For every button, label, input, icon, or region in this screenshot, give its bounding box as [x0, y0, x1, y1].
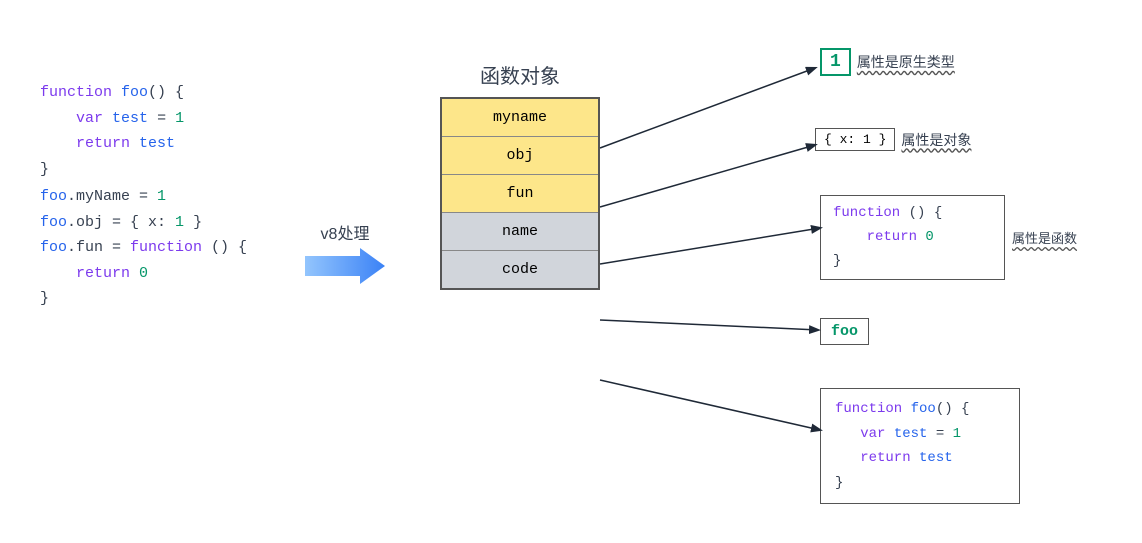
v8-label: v8处理 — [321, 220, 370, 244]
code-line-7: foo.fun = function () { — [40, 235, 247, 261]
func-row-myname: myname — [442, 99, 598, 137]
box-foo: foo — [820, 318, 869, 345]
code-line-1: function foo() { — [40, 80, 247, 106]
code-line-4: } — [40, 157, 247, 183]
func-row-code: code — [442, 251, 598, 288]
code-line-2: var test = 1 — [40, 106, 247, 132]
func-row-name: name — [442, 213, 598, 251]
primitive-value: 1 — [820, 48, 851, 76]
primitive-label: 属性是原生类型 — [857, 52, 955, 72]
func-object-box: myname obj fun name code — [440, 97, 600, 290]
code-block: function foo() { var test = 1 return tes… — [40, 80, 247, 312]
func-row-obj: obj — [442, 137, 598, 175]
v8-arrow-icon — [305, 248, 385, 284]
code-line-9: } — [40, 286, 247, 312]
code-line-3: return test — [40, 131, 247, 157]
object-value: { x: 1 } — [815, 128, 895, 151]
box-object-row: { x: 1 } 属性是对象 — [815, 128, 971, 151]
func-row-fun: fun — [442, 175, 598, 213]
code-line-8: return 0 — [40, 261, 247, 287]
box-code: function foo() { var test = 1 return tes… — [820, 388, 1020, 504]
v8-arrow-container: v8处理 — [305, 220, 385, 284]
box-function: function () { return 0 } — [820, 195, 1005, 280]
func-object-container: 函数对象 myname obj fun name code — [440, 60, 600, 290]
func-object-title: 函数对象 — [440, 60, 600, 89]
box-primitive: 1 属性是原生类型 — [820, 48, 955, 76]
code-line-6: foo.obj = { x: 1 } — [40, 210, 247, 236]
function-label: 属性是函数 — [1012, 228, 1077, 247]
code-line-5: foo.myName = 1 — [40, 184, 247, 210]
object-label: 属性是对象 — [901, 130, 971, 150]
